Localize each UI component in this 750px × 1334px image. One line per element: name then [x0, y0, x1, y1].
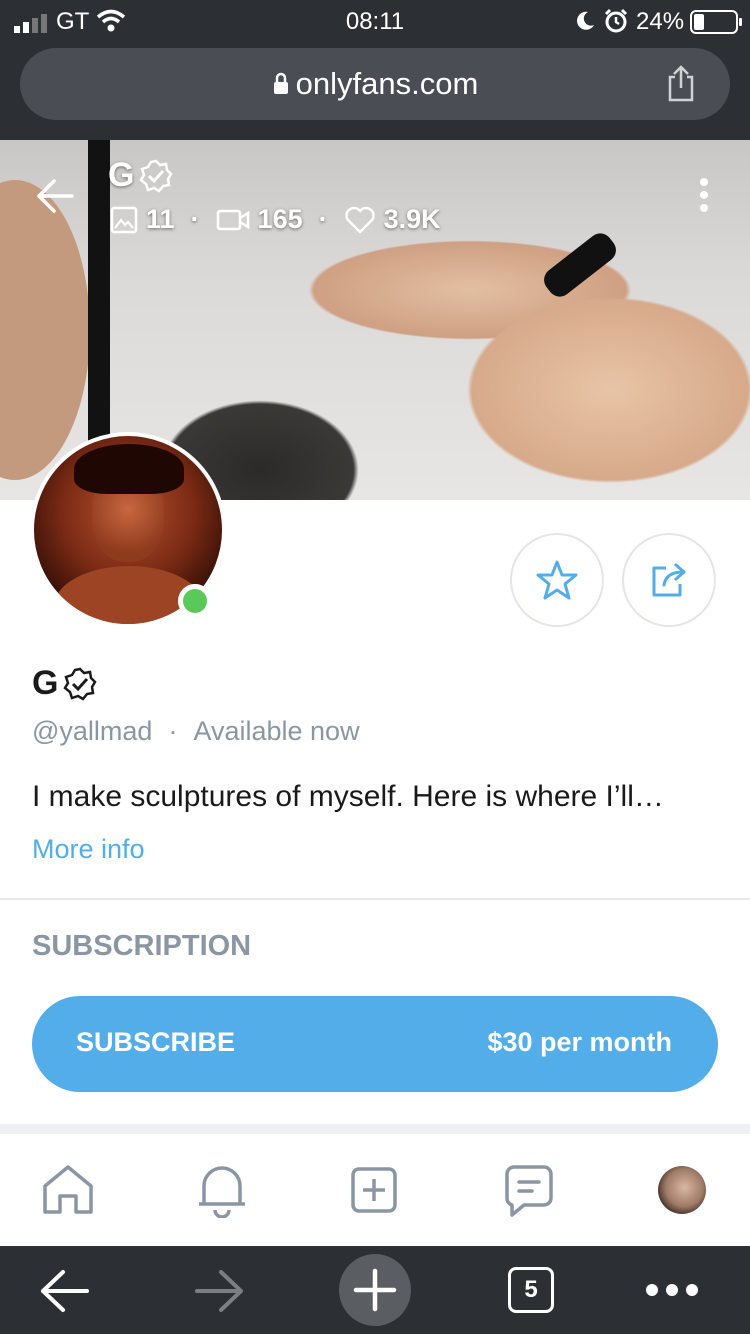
online-status-indicator	[178, 584, 212, 618]
subscription-price: $30 per month	[487, 1027, 672, 1057]
plus-icon	[353, 1268, 397, 1312]
image-icon	[110, 206, 138, 233]
home-icon[interactable]	[40, 1164, 96, 1216]
tabs-count: 5	[524, 1276, 538, 1303]
add-icon[interactable]	[350, 1166, 398, 1214]
favorite-button[interactable]	[510, 533, 604, 627]
handle-row: @yallmad · Available now	[32, 716, 360, 747]
share-icon	[652, 563, 686, 597]
share-profile-button[interactable]	[622, 533, 716, 627]
cover-name-row: G	[108, 156, 174, 195]
profile-handle: @yallmad	[32, 716, 153, 746]
heart-icon	[344, 206, 375, 233]
user-avatar[interactable]	[658, 1166, 706, 1214]
battery-percent: 24%	[636, 8, 685, 35]
moon-icon	[577, 11, 594, 30]
stats-dot-2: ·	[318, 204, 328, 234]
photos-count: 11	[146, 204, 175, 234]
cover-profile-name: G	[108, 156, 135, 194]
url-text: onlyfans.com	[295, 66, 479, 101]
back-arrow-icon[interactable]	[36, 178, 74, 214]
section-divider	[0, 1124, 750, 1134]
browser-address-area: onlyfans.com	[0, 42, 750, 140]
new-tab-button[interactable]	[339, 1254, 411, 1326]
bell-icon[interactable]	[196, 1162, 248, 1218]
handle-separator: ·	[168, 716, 178, 746]
profile-bio: I make sculptures of myself. Here is whe…	[32, 780, 664, 813]
stats-dot: ·	[190, 204, 200, 234]
bottom-nav	[0, 1134, 750, 1246]
subscribe-button[interactable]: SUBSCRIBE $30 per month	[32, 996, 718, 1092]
more-info-link[interactable]: More info	[32, 834, 145, 865]
address-bar[interactable]: onlyfans.com	[20, 48, 730, 120]
profile-name: G	[32, 664, 59, 702]
battery-icon	[690, 10, 742, 34]
browser-back-icon[interactable]	[38, 1268, 90, 1314]
videos-count: 165	[257, 204, 303, 234]
tabs-button[interactable]: 5	[508, 1267, 554, 1313]
subscribe-label: SUBSCRIBE	[76, 1027, 236, 1057]
availability-status: Available now	[193, 716, 360, 746]
status-bar: GT 08:11 24%	[0, 0, 750, 42]
section-divider	[0, 898, 750, 900]
video-icon	[216, 209, 249, 230]
messages-icon[interactable]	[504, 1164, 554, 1218]
alarm-icon	[604, 8, 628, 33]
profile-stats: 11 · 165 · 3.9K	[110, 204, 441, 235]
browser-toolbar: 5	[0, 1246, 750, 1334]
verified-icon	[139, 159, 174, 193]
upload-icon[interactable]	[666, 64, 696, 102]
more-vertical-icon[interactable]	[700, 178, 708, 212]
browser-forward-icon[interactable]	[194, 1268, 246, 1314]
likes-count: 3.9K	[383, 204, 441, 234]
lock-icon	[273, 72, 288, 94]
url-display[interactable]: onlyfans.com	[20, 66, 730, 102]
star-icon	[536, 560, 578, 600]
subscription-heading: SUBSCRIPTION	[32, 930, 252, 962]
profile-name-row: G	[32, 664, 98, 703]
browser-menu-icon[interactable]	[646, 1284, 698, 1296]
verified-icon	[63, 667, 98, 701]
